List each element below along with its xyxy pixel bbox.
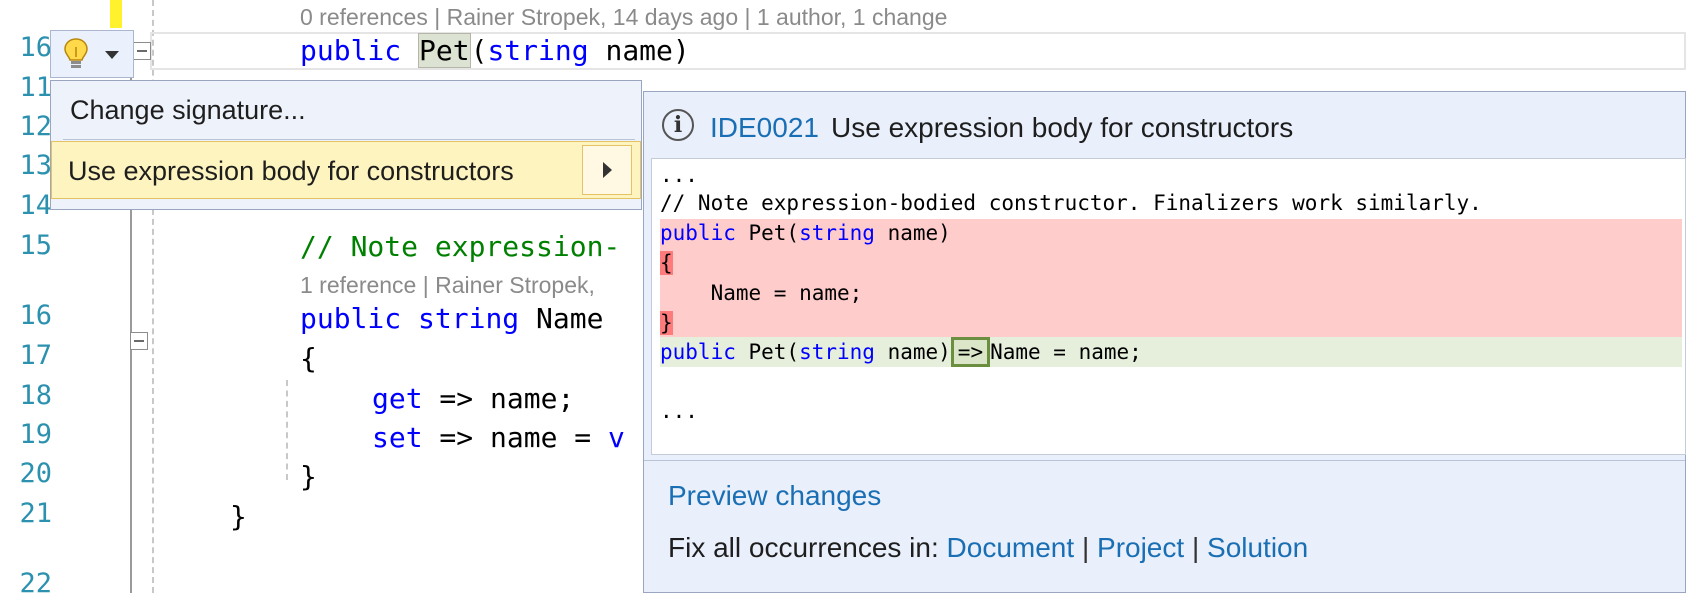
code-line-brace: {: [300, 342, 317, 375]
line-number: 21: [19, 498, 52, 529]
keyword: get: [372, 382, 423, 415]
added-token: =>: [950, 337, 991, 367]
code-token: Name = name;: [990, 340, 1142, 364]
indent-guide-inner: [286, 380, 288, 480]
link-separator: |: [1191, 532, 1200, 563]
line-number: 16: [19, 300, 52, 331]
keyword: v: [608, 421, 625, 454]
code-comment: // Note expression-bodied constructor. F…: [660, 191, 1482, 215]
line-number: 14: [19, 190, 52, 221]
code-token: Pet(: [735, 221, 800, 245]
lightbulb-icon: [64, 38, 88, 68]
info-icon: i: [662, 109, 694, 141]
link-separator: |: [1081, 532, 1090, 563]
quick-actions-menu: Change signature... Use expression body …: [50, 80, 642, 210]
code-line-setter: set => name = v: [372, 421, 625, 454]
collapse-toggle[interactable]: [133, 42, 151, 60]
removed-line: public Pet(string name): [660, 221, 951, 245]
code-token: name): [874, 340, 951, 364]
menu-item-use-expression-body[interactable]: Use expression body for constructors: [51, 141, 641, 199]
symbol-highlight: Pet: [418, 33, 471, 68]
fix-all-project-link[interactable]: Project: [1097, 532, 1184, 563]
code-token: name): [874, 221, 951, 245]
preview-changes-link[interactable]: Preview changes: [668, 480, 881, 512]
line-number: 16: [19, 32, 52, 63]
codelens-info[interactable]: 0 references | Rainer Stropek, 14 days a…: [300, 4, 947, 31]
code-token: => name =: [422, 421, 609, 454]
line-number: 19: [19, 419, 52, 450]
keyword: public: [300, 34, 402, 67]
menu-separator: [63, 139, 635, 140]
keyword: string: [418, 302, 520, 335]
removed-line: {: [660, 251, 673, 275]
fix-preview-popup: i IDE0021 Use expression body for constr…: [643, 91, 1686, 593]
removed-token: }: [660, 311, 673, 335]
code-line-comment: // Note expression-: [300, 230, 621, 263]
removed-line: Name = name;: [660, 281, 863, 305]
keyword: string: [487, 34, 589, 67]
menu-item-change-signature[interactable]: Change signature...: [51, 81, 641, 139]
code-line-brace: }: [230, 500, 247, 533]
added-line: public Pet(string name) => Name = name;: [660, 337, 1142, 367]
collapse-toggle[interactable]: [130, 332, 148, 350]
line-number: 22: [19, 568, 52, 599]
menu-item-label: Use expression body for constructors: [68, 156, 514, 186]
fix-all-document-link[interactable]: Document: [947, 532, 1075, 563]
diagnostic-title: Use expression body for constructors: [831, 112, 1294, 143]
fix-all-solution-link[interactable]: Solution: [1207, 532, 1308, 563]
codelens-info[interactable]: 1 reference | Rainer Stropek,: [300, 272, 595, 299]
code-token: name): [588, 34, 690, 67]
code-token: Pet(: [735, 340, 800, 364]
fix-all-row: Fix all occurrences in: Document | Proje…: [668, 532, 1308, 564]
change-indicator: [110, 0, 122, 28]
code-line-brace: }: [300, 460, 317, 493]
removed-token: {: [660, 251, 673, 275]
code-token: Name: [519, 302, 604, 335]
keyword: public: [300, 302, 402, 335]
line-number: 11: [19, 72, 52, 103]
code-line-getter: get => name;: [372, 382, 574, 415]
code-diff-preview: ... // Note expression-bodied constructo…: [651, 158, 1686, 455]
keyword: string: [799, 221, 875, 245]
line-number: 12: [19, 111, 52, 142]
keyword: public: [660, 340, 736, 364]
line-number: 15: [19, 230, 52, 261]
code-line-property: public string Name: [300, 302, 603, 335]
line-number: 20: [19, 458, 52, 489]
code-line-constructor: public Pet(string name): [300, 33, 690, 68]
removed-line: }: [660, 311, 673, 335]
chevron-down-icon[interactable]: [105, 51, 119, 59]
code-token: (: [470, 34, 488, 67]
line-number: 13: [19, 150, 52, 181]
lightbulb-button[interactable]: [50, 30, 134, 78]
keyword: public: [660, 221, 736, 245]
submenu-arrow-icon[interactable]: [582, 145, 632, 195]
footer-separator: [644, 460, 1685, 461]
fix-all-label: Fix all occurrences in:: [668, 532, 947, 563]
code-ellipsis: ...: [660, 399, 698, 423]
code-token: => name;: [422, 382, 575, 415]
code-ellipsis: ...: [660, 163, 698, 187]
keyword: set: [372, 421, 423, 454]
diagnostic-id-link[interactable]: IDE0021: [710, 112, 819, 144]
line-number: 18: [19, 380, 52, 411]
keyword: string: [799, 340, 875, 364]
line-number: 17: [19, 340, 52, 371]
